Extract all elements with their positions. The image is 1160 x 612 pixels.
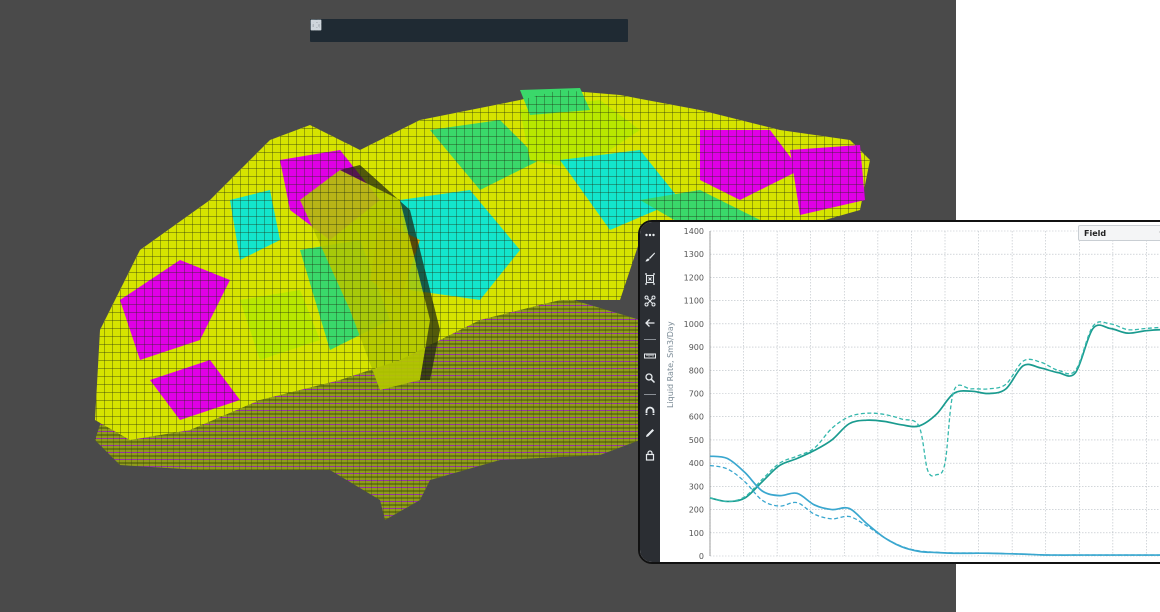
y-tick-label: 800 [689,366,704,375]
line-chart[interactable]: 0 100 200 300 400 500 600 700 800 900 1000 1100 1200… [660,222,1160,562]
viewport-toolbar [310,19,628,42]
toolbar-slash-square-button[interactable] [310,19,439,39]
toolbar-lasso-button[interactable] [310,19,388,39]
y-tick-label: 1300 [684,250,704,259]
zoom-icon [645,373,656,384]
toolbar-well-button[interactable] [312,20,566,39]
magnet-icon [645,406,655,415]
pencil-icon [646,429,654,437]
toolbar-box-button[interactable] [310,20,362,39]
y-tick-label: 400 [689,459,704,468]
ruler-icon [644,353,656,359]
y-tick-label: 1400 [684,227,704,236]
brush-icon [645,252,655,262]
y-axis-label: Liquid Rate, Sm3/Day [666,321,675,408]
y-tick-label: 600 [689,413,704,422]
toolbar-focus-button[interactable] [310,19,617,39]
toolbar-target-button[interactable] [311,20,541,39]
focus-icon [310,19,322,31]
sidebar-brush-button[interactable] [642,249,658,265]
y-tick-label: 100 [689,529,704,538]
series-line-4 [709,464,1160,556]
toolbar-grid-button[interactable] [310,19,490,39]
toolbar-chart-button[interactable] [311,21,592,39]
sidebar-separator [644,339,656,340]
chart-sidebar [640,222,660,562]
chart-area[interactable]: 0 100 200 300 400 500 600 700 800 900 1000 1100 1200… [660,222,1160,562]
sidebar-pencil-button[interactable] [642,425,658,441]
sidebar-back-arrow-button[interactable] [642,315,658,331]
toolbar-frame-button[interactable] [310,19,464,39]
y-tick-label: 1200 [684,273,704,282]
y-tick-label: 1000 [684,320,704,329]
sidebar-nodes-button[interactable] [642,293,658,309]
y-tick-label: 700 [689,390,704,399]
sidebar-select-box-button[interactable] [642,271,658,287]
lock-icon [645,450,655,461]
sidebar-ruler-button[interactable] [642,348,658,364]
nodes-icon [644,295,656,307]
y-tick-label: 200 [689,506,704,515]
y-tick-label: 1100 [684,297,704,306]
y-tick-label: 300 [689,482,704,491]
production-chart-panel: 0 100 200 300 400 500 600 700 800 900 1000 1100 1200… [638,220,1160,564]
select-box-icon [645,273,655,285]
back-arrow-icon [645,319,655,327]
sidebar-separator [644,394,656,395]
series-line-2 [709,321,1160,503]
series-line-1 [709,324,1160,503]
dropdown-value: Field [1084,228,1107,238]
scope-dropdown[interactable]: Field [1078,225,1160,241]
sidebar-lock-button[interactable] [642,447,658,463]
menu-dots-icon [645,233,655,237]
sidebar-zoom-button[interactable] [642,370,658,386]
toolbar-path-button[interactable] [310,19,337,39]
y-tick-label: 0 [699,552,704,561]
y-tick-label: 900 [689,343,704,352]
sidebar-menu-dots-button[interactable] [642,227,658,243]
toolbar-cross-square-button[interactable] [310,19,413,39]
toolbar-pen-button[interactable] [312,22,515,39]
sidebar-magnet-button[interactable] [642,403,658,419]
y-tick-label: 500 [689,436,704,445]
